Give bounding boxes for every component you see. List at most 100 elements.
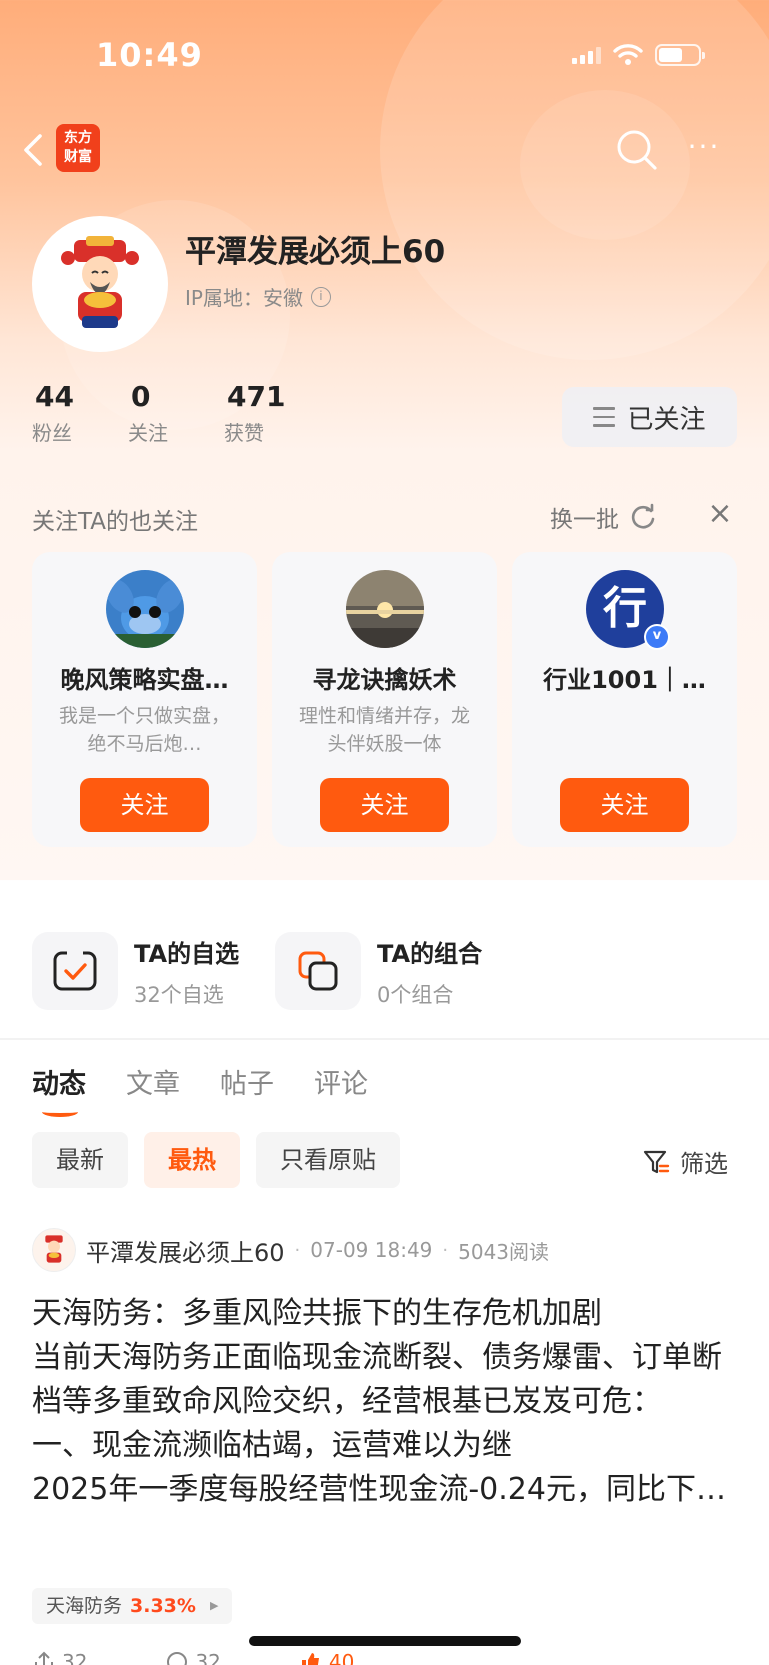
stat-value: 44 <box>35 380 74 413</box>
card-avatar <box>106 570 184 648</box>
content-tabs: 动态 文章 帖子 评论 <box>32 1062 368 1117</box>
status-icons <box>572 44 705 66</box>
post-date: 07-09 18:49 <box>310 1238 433 1262</box>
follow-button[interactable]: 关注 <box>80 778 209 832</box>
arrow-right-icon: ▶ <box>209 1599 219 1612</box>
portfolio-text: TA的组合 0个组合 <box>377 934 482 1009</box>
stock-name: 天海防务 <box>46 1595 123 1617</box>
back-arrow-icon[interactable] <box>18 128 48 172</box>
stock-change: 3.33% <box>130 1595 196 1617</box>
like-count: 40 <box>328 1650 355 1665</box>
follow-button[interactable]: 关注 <box>560 778 689 832</box>
card-name: 晚风策略实盘… <box>60 666 229 694</box>
stat-label: 关注 <box>128 421 168 445</box>
stat-likes[interactable]: 471 获赞 <box>224 380 320 446</box>
recommend-title: 关注TA的也关注 <box>32 509 198 535</box>
card-avatar <box>346 570 424 648</box>
tab-articles[interactable]: 文章 <box>126 1062 180 1101</box>
sort-chips: 最新 最热 只看原贴 <box>32 1132 400 1188</box>
refresh-button[interactable]: 换一批 <box>550 500 657 534</box>
tab-label: 动态 <box>32 1069 86 1100</box>
refresh-label: 换一批 <box>550 507 619 533</box>
ip-label: IP属地：安徽 <box>185 286 303 310</box>
refresh-icon <box>631 503 655 529</box>
wifi-icon <box>613 44 643 65</box>
tab-dynamics[interactable]: 动态 <box>32 1062 86 1117</box>
follow-button[interactable]: 关注 <box>320 778 449 832</box>
close-icon[interactable]: × <box>705 499 735 530</box>
separator-dot: · <box>442 1239 449 1261</box>
followed-button[interactable]: 已关注 <box>562 387 737 447</box>
stat-label: 获赞 <box>224 421 264 445</box>
tab-comments[interactable]: 评论 <box>314 1062 368 1101</box>
thumbs-up-icon <box>301 1653 319 1665</box>
followed-label: 已关注 <box>627 404 706 435</box>
chip-hottest[interactable]: 最热 <box>144 1132 240 1188</box>
post-avatar[interactable] <box>32 1228 76 1272</box>
stat-label: 粉丝 <box>32 421 72 445</box>
filter-button[interactable]: 筛选 <box>642 1144 728 1179</box>
avatar[interactable] <box>32 216 168 352</box>
post-line: 一、现金流濒临枯竭，运营难以为继 <box>32 1428 512 1463</box>
comment-icon <box>167 1652 188 1665</box>
tab-label: 文章 <box>126 1069 180 1100</box>
comment-action[interactable]: 32 <box>165 1650 221 1665</box>
like-action[interactable]: 40 <box>299 1650 354 1665</box>
post-line: 当前天海防务正面临现金流断裂、债务爆雷、订单断档等多重致命风险交织，经营根基已岌… <box>32 1340 722 1419</box>
avatar-text: 行 <box>603 583 647 634</box>
profile-name: 平潭发展必须上60 <box>185 234 446 270</box>
tab-label: 评论 <box>314 1069 368 1100</box>
logo-text: 东方 <box>64 130 92 146</box>
divider <box>0 1038 769 1040</box>
home-indicator <box>249 1636 521 1646</box>
recommend-card[interactable]: 晚风策略实盘… 我是一个只做实盘，绝不马后炮… 关注 <box>32 552 257 847</box>
post-author[interactable]: 平潭发展必须上60 <box>86 1233 285 1268</box>
tab-active-indicator <box>42 1107 78 1117</box>
avatar-image <box>346 570 424 648</box>
post-content[interactable]: 天海防务：多重风险共振下的生存危机加剧 当前天海防务正面临现金流断裂、债务爆雷、… <box>32 1292 738 1512</box>
watchlist-entry[interactable]: TA的自选 32个自选 <box>32 932 239 1010</box>
stat-following[interactable]: 0 关注 <box>128 380 224 446</box>
post-actions: 32 32 40 <box>32 1650 354 1665</box>
more-icon[interactable]: ··· <box>681 128 727 172</box>
card-desc: 理性和情绪并存，龙头伴妖股一体 <box>298 705 470 755</box>
card-name: 行业1001｜… <box>543 666 706 694</box>
comment-count: 32 <box>195 1650 221 1665</box>
tab-posts[interactable]: 帖子 <box>220 1062 274 1101</box>
verified-badge-icon: v <box>644 624 670 650</box>
profile-stats: 44 粉丝 0 关注 471 获赞 <box>32 380 320 446</box>
avatar-image <box>45 1235 63 1263</box>
post-line: 天海防务：多重风险共振下的生存危机加剧 <box>32 1296 602 1331</box>
recommend-card[interactable]: 行 v 行业1001｜… 关注 <box>512 552 737 847</box>
logo-text: 财富 <box>64 149 92 165</box>
feature-sub: 0个组合 <box>377 982 454 1007</box>
avatar-image <box>61 236 139 328</box>
card-desc: 我是一个只做实盘，绝不马后炮… <box>58 705 230 755</box>
tab-label: 帖子 <box>220 1069 274 1100</box>
info-icon[interactable]: i <box>310 286 331 307</box>
app-logo[interactable]: 东方 财富 <box>56 124 100 172</box>
share-action[interactable]: 32 <box>32 1650 87 1665</box>
stock-tag[interactable]: 天海防务 3.33% ▶ <box>32 1588 233 1624</box>
top-nav: 东方 财富 ··· <box>0 118 769 182</box>
watchlist-text: TA的自选 32个自选 <box>134 934 239 1009</box>
stat-value: 0 <box>131 380 151 413</box>
recommend-cards: 晚风策略实盘… 我是一个只做实盘，绝不马后炮… 关注 寻龙诀擒妖术 理性和情绪并… <box>32 552 737 847</box>
watchlist-icon <box>32 932 118 1010</box>
card-desc <box>534 702 715 758</box>
feature-sub: 32个自选 <box>134 982 224 1007</box>
recommend-card[interactable]: 寻龙诀擒妖术 理性和情绪并存，龙头伴妖股一体 关注 <box>272 552 497 847</box>
separator-dot: · <box>294 1239 301 1261</box>
post-header: 平潭发展必须上60 · 07-09 18:49 · 5043阅读 <box>32 1228 549 1272</box>
card-name: 寻龙诀擒妖术 <box>312 666 457 694</box>
portfolio-entry[interactable]: TA的组合 0个组合 <box>275 932 482 1010</box>
chip-latest[interactable]: 最新 <box>32 1132 128 1188</box>
status-time: 10:49 <box>96 36 203 74</box>
post-line: 2025年一季度每股经营性现金流-0.24元，同比下降… <box>32 1472 738 1507</box>
stat-fans[interactable]: 44 粉丝 <box>32 380 128 446</box>
share-count: 32 <box>62 1650 88 1665</box>
content-sheet: TA的自选 32个自选 TA的组合 0个组合 动态 文章 帖子 评论 最新 最热… <box>0 900 769 1665</box>
status-bar: 10:49 <box>0 0 769 110</box>
chip-original-only[interactable]: 只看原贴 <box>256 1132 400 1188</box>
search-icon[interactable] <box>615 128 659 172</box>
